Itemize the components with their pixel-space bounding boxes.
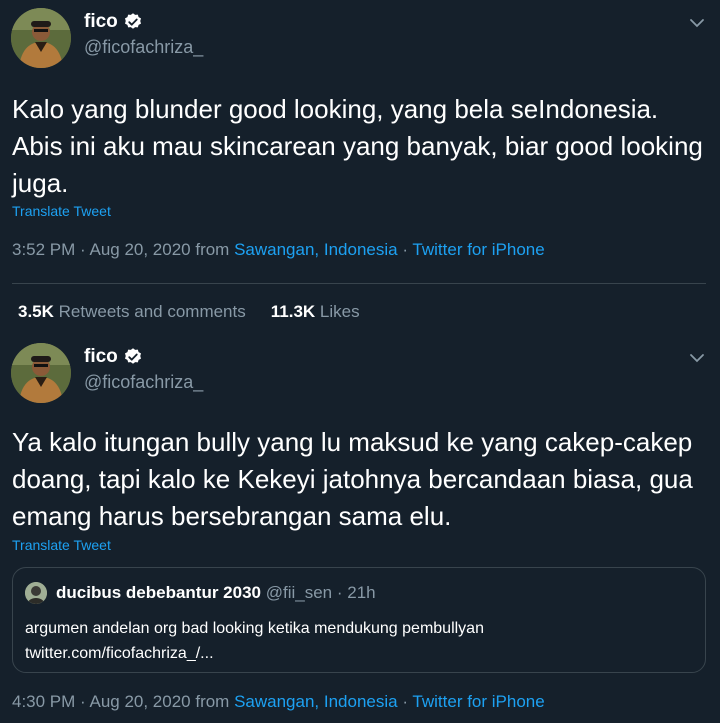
likes-label: Likes — [319, 302, 360, 321]
quoted-author-name: ducibus debebantur 2030 — [56, 583, 261, 602]
quoted-text-line: argumen andelan org bad looking ketika m… — [25, 620, 484, 637]
retweets-count: 3.5K — [18, 302, 54, 321]
source-link[interactable]: Twitter for iPhone — [412, 240, 544, 259]
verified-badge-icon — [123, 347, 143, 367]
from-label: from — [190, 692, 235, 711]
divider — [12, 283, 706, 284]
author-row[interactable]: fico — [84, 346, 143, 368]
author-handle[interactable]: @ficofachriza_ — [84, 372, 203, 393]
timestamp[interactable]: 4:30 PM · Aug 20, 2020 — [12, 692, 191, 711]
author-name[interactable]: fico — [84, 11, 118, 33]
chevron-down-icon[interactable] — [688, 14, 706, 32]
avatar — [25, 582, 47, 604]
avatar[interactable] — [11, 343, 71, 403]
from-label: from — [190, 240, 235, 259]
timestamp[interactable]: 3:52 PM · Aug 20, 2020 — [12, 240, 191, 259]
tweet-text: Ya kalo itungan bully yang lu maksud ke … — [12, 427, 693, 531]
chevron-down-icon[interactable] — [688, 349, 706, 367]
translate-tweet-link[interactable]: Translate Tweet — [12, 537, 111, 553]
author-handle[interactable]: @ficofachriza_ — [84, 37, 203, 58]
quoted-link: twitter.com/ficofachriza_/... — [25, 645, 214, 662]
separator: · — [397, 240, 413, 259]
retweets-stat[interactable]: 3.5K Retweets and comments — [18, 302, 246, 321]
tweet-meta: 4:30 PM · Aug 20, 2020 from Sawangan, In… — [12, 692, 545, 712]
translate-tweet-link[interactable]: Translate Tweet — [12, 203, 111, 219]
quoted-author-row: ducibus debebantur 2030 @fii_sen · 21h — [56, 583, 376, 603]
author-name[interactable]: fico — [84, 346, 118, 368]
avatar[interactable] — [11, 8, 71, 68]
likes-stat[interactable]: 11.3K Likes — [271, 302, 360, 321]
location-link[interactable]: Sawangan, Indonesia — [234, 240, 398, 259]
tweet-stats: 3.5K Retweets and comments 11.3K Likes — [18, 302, 360, 322]
tweet-text: Kalo yang blunder good looking, yang bel… — [12, 94, 703, 198]
source-link[interactable]: Twitter for iPhone — [412, 692, 544, 711]
quoted-author-handle: @fii_sen · 21h — [265, 583, 376, 602]
likes-count: 11.3K — [270, 302, 316, 321]
author-row[interactable]: fico — [84, 11, 143, 33]
location-link[interactable]: Sawangan, Indonesia — [234, 692, 398, 711]
quoted-tweet-text: argumen andelan org bad looking ketika m… — [25, 616, 484, 666]
retweets-label: Retweets and comments — [58, 302, 246, 321]
separator: · — [397, 692, 413, 711]
verified-badge-icon — [123, 12, 143, 32]
quoted-tweet[interactable]: ducibus debebantur 2030 @fii_sen · 21h a… — [12, 567, 706, 673]
tweet-meta: 3:52 PM · Aug 20, 2020 from Sawangan, In… — [12, 240, 545, 260]
